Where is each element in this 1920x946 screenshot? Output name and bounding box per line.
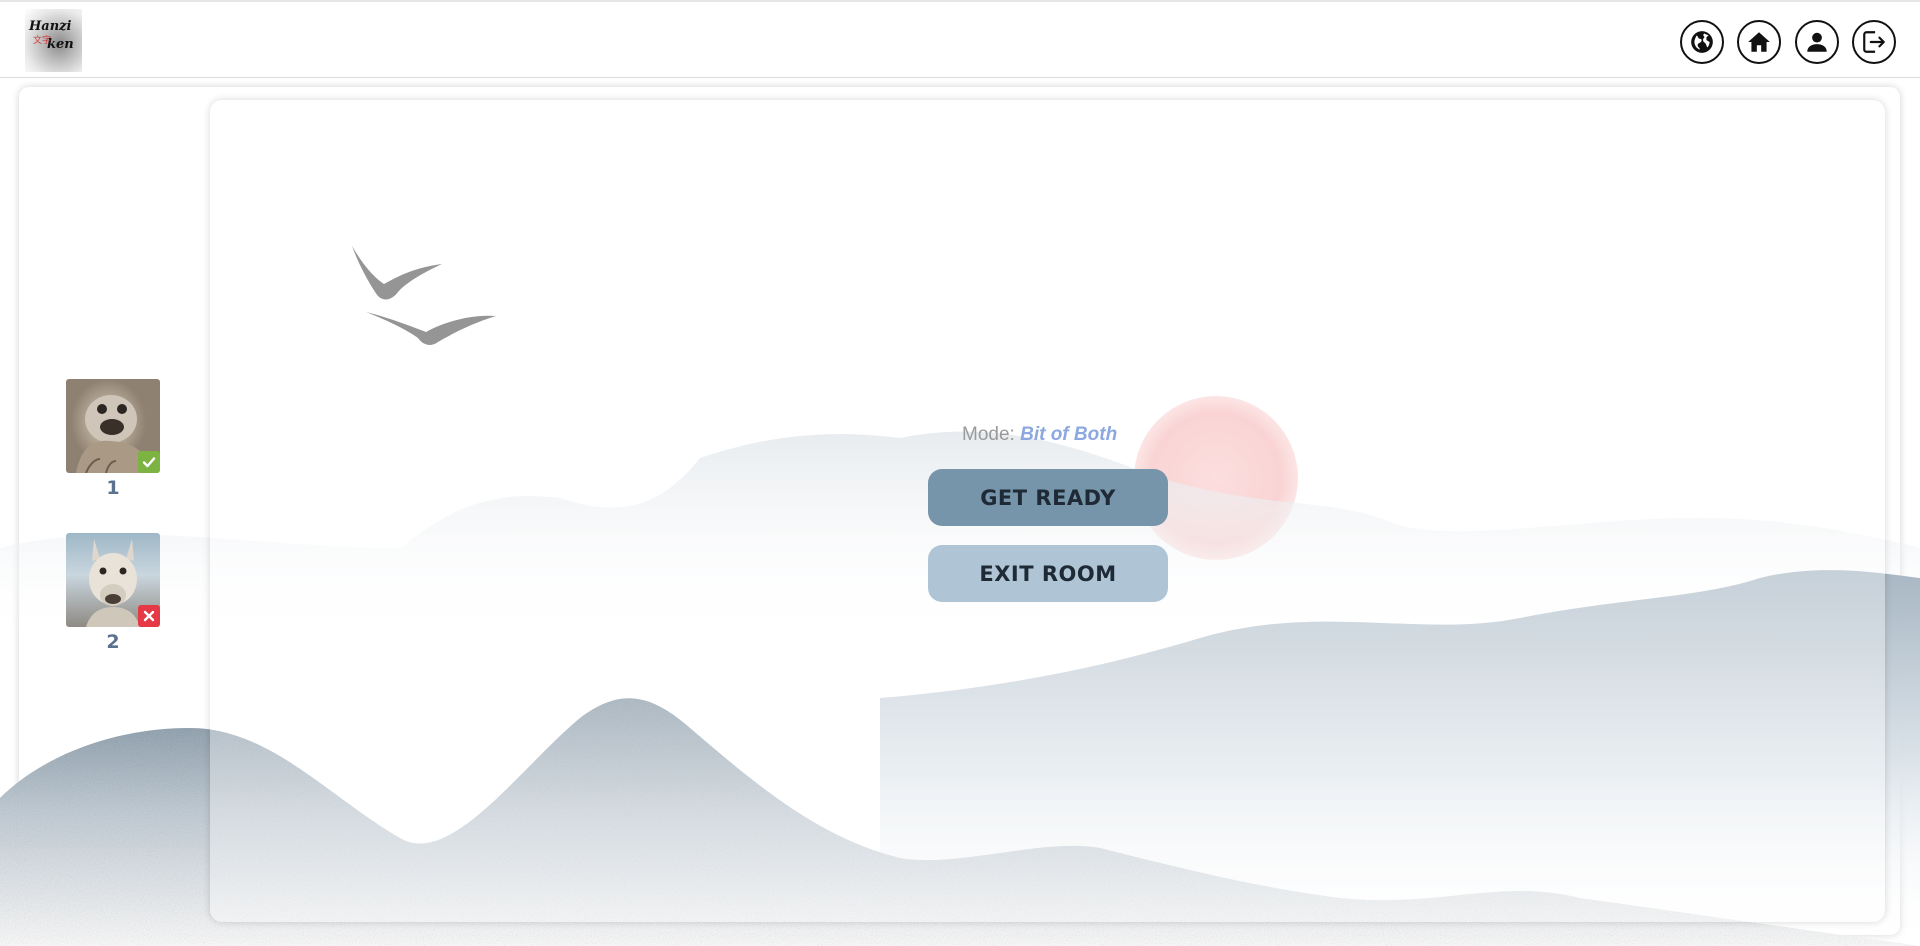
logout-icon[interactable]: [1852, 20, 1896, 64]
player-card-1: 1: [66, 379, 160, 499]
mode-value: Bit of Both: [1020, 424, 1118, 445]
globe-icon[interactable]: [1680, 20, 1724, 64]
app-header: Hanzi ken 文字: [0, 0, 1920, 78]
get-ready-button[interactable]: GET READY: [928, 469, 1168, 526]
not-ready-badge: [138, 605, 160, 627]
user-icon[interactable]: [1795, 20, 1839, 64]
globe-icon-glyph: [1691, 31, 1713, 53]
player-card-2: 2: [66, 533, 160, 653]
mode-indicator: Mode: Bit of Both: [962, 424, 1117, 446]
player-label: 1: [106, 477, 120, 499]
ready-badge: [138, 451, 160, 473]
avatar: [66, 533, 160, 627]
logout-icon-glyph: [1863, 31, 1885, 53]
hanzi-logo[interactable]: Hanzi ken 文字: [25, 9, 82, 72]
home-icon-glyph: [1748, 32, 1770, 52]
exit-room-button[interactable]: EXIT ROOM: [928, 545, 1168, 602]
close-icon: [143, 610, 155, 622]
mode-label: Mode:: [962, 424, 1015, 445]
user-icon-glyph: [1807, 32, 1827, 52]
logo-line1: Hanzi: [29, 19, 72, 34]
player-label: 2: [106, 631, 120, 653]
check-icon: [142, 457, 156, 468]
logo-mark: 文字: [33, 36, 52, 46]
home-icon[interactable]: [1737, 20, 1781, 64]
avatar: [66, 379, 160, 473]
